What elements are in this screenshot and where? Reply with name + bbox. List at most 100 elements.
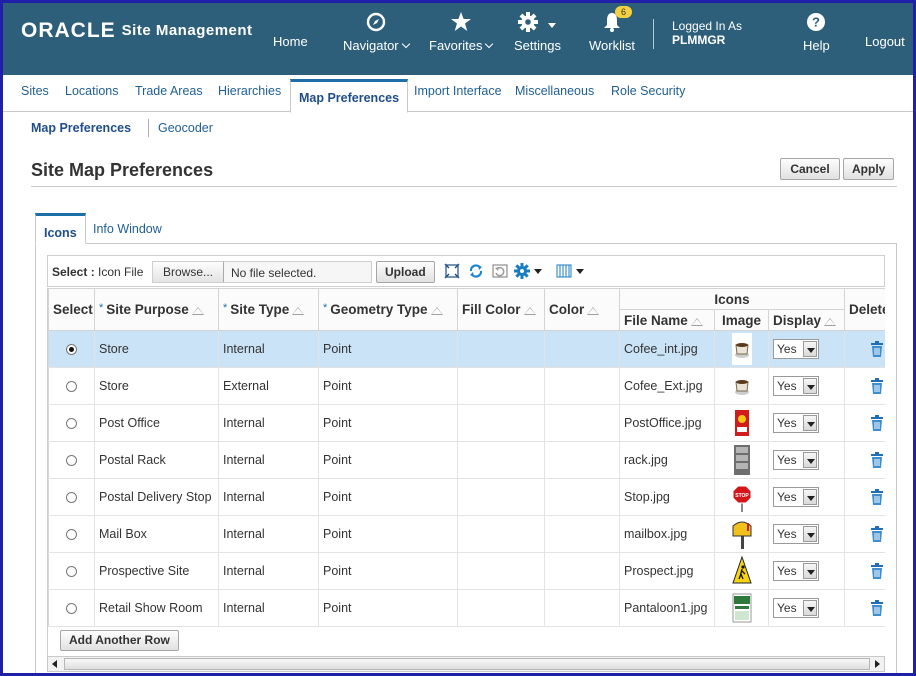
column-header-color[interactable]: Color <box>544 288 620 331</box>
row-select-radio[interactable] <box>66 491 77 503</box>
display-select[interactable]: Yes <box>773 413 819 433</box>
display-select[interactable]: Yes <box>773 524 819 544</box>
add-another-row-button[interactable]: Add Another Row <box>60 630 179 651</box>
navigator-menu[interactable]: Navigator <box>343 11 410 53</box>
sort-ascending-icon[interactable] <box>292 307 305 315</box>
column-header-fill-color[interactable]: Fill Color <box>457 288 545 331</box>
favorites-menu[interactable]: Favorites <box>429 11 494 53</box>
display-select[interactable]: Yes <box>773 561 819 581</box>
file-input[interactable]: Browse... No file selected. <box>152 261 372 283</box>
tab-miscellaneous[interactable]: Miscellaneous <box>515 84 594 98</box>
column-header-site-type[interactable]: * Site Type <box>218 288 319 331</box>
chevron-down-icon[interactable] <box>803 489 817 505</box>
logout-link[interactable]: Logout <box>865 34 905 49</box>
trash-icon[interactable] <box>870 525 884 543</box>
trash-icon[interactable] <box>870 414 884 432</box>
row-select-cell[interactable] <box>48 478 95 516</box>
table-row[interactable]: Postal Delivery Stop Internal Point Stop.jp… <box>48 478 885 516</box>
display-select[interactable]: Yes <box>773 487 819 507</box>
refresh-icon[interactable] <box>468 263 484 279</box>
sort-ascending-icon[interactable] <box>430 307 443 315</box>
tab-locations[interactable]: Locations <box>65 84 119 98</box>
trash-icon[interactable] <box>870 562 884 580</box>
table-row[interactable]: Store External Point Cofee_Ext.jpg Yes <box>48 367 885 405</box>
row-select-radio[interactable] <box>66 417 77 429</box>
trash-icon[interactable] <box>870 488 884 506</box>
sort-ascending-icon[interactable] <box>824 317 837 326</box>
table-row[interactable]: Store Internal Point Cofee_int.jpg Yes <box>48 330 885 368</box>
tab-trade-areas[interactable]: Trade Areas <box>135 84 203 98</box>
column-header-file-name[interactable]: File Name <box>619 309 715 331</box>
row-select-cell[interactable] <box>48 515 95 553</box>
help-menu[interactable]: ? Help <box>803 11 830 53</box>
reset-icon[interactable] <box>492 263 508 279</box>
trash-icon[interactable] <box>870 599 884 617</box>
tab-icons[interactable]: Icons <box>35 213 86 244</box>
upload-button[interactable]: Upload <box>376 261 435 283</box>
tab-hierarchies[interactable]: Hierarchies <box>218 84 281 98</box>
tab-info-window[interactable]: Info Window <box>93 222 162 236</box>
tab-map-preferences[interactable]: Map Preferences <box>290 79 409 113</box>
column-header-geometry-type[interactable]: * Geometry Type <box>318 288 458 331</box>
tab-role-security[interactable]: Role Security <box>611 84 685 98</box>
chevron-down-icon[interactable] <box>803 415 817 431</box>
sort-ascending-icon[interactable] <box>587 307 600 315</box>
chevron-down-icon <box>485 39 494 49</box>
trash-icon[interactable] <box>870 340 884 358</box>
horizontal-scrollbar[interactable] <box>47 656 885 672</box>
chevron-down-icon[interactable] <box>803 563 817 579</box>
scroll-right-icon[interactable] <box>870 657 884 671</box>
sort-ascending-icon[interactable] <box>690 317 703 326</box>
table-row[interactable]: Prospective Site Internal Point Prospect.jp… <box>48 552 885 590</box>
display-select[interactable]: Yes <box>773 376 819 396</box>
chevron-down-icon[interactable] <box>803 600 817 616</box>
scroll-left-icon[interactable] <box>48 657 62 671</box>
column-header-display[interactable]: Display <box>767 309 846 331</box>
row-select-cell[interactable] <box>48 589 95 627</box>
column-header-site-purpose[interactable]: * Site Purpose <box>94 288 219 331</box>
trash-icon[interactable] <box>870 451 884 469</box>
display-select[interactable]: Yes <box>773 339 819 359</box>
actions-gear-menu-icon[interactable] <box>514 263 546 279</box>
row-select-radio[interactable] <box>66 565 77 577</box>
sort-ascending-icon[interactable] <box>523 307 536 315</box>
tab-import-interface[interactable]: Import Interface <box>414 84 502 98</box>
logged-in-info: Logged In As PLMMGR <box>653 19 742 49</box>
browse-button[interactable]: Browse... <box>153 262 225 282</box>
row-select-radio[interactable] <box>66 602 77 614</box>
table-row[interactable]: Retail Show Room Internal Point Pantaloon1.… <box>48 589 885 627</box>
trash-icon[interactable] <box>870 377 884 395</box>
display-select[interactable]: Yes <box>773 598 819 618</box>
row-select-radio[interactable] <box>66 343 77 355</box>
display-cell: Yes <box>767 478 846 516</box>
row-select-cell[interactable] <box>48 441 95 479</box>
image-cell <box>714 404 769 442</box>
subtab-map-preferences[interactable]: Map Preferences <box>31 121 131 135</box>
apply-button[interactable]: Apply <box>843 158 894 180</box>
tab-sites[interactable]: Sites <box>21 84 49 98</box>
row-select-cell[interactable] <box>48 552 95 590</box>
display-select[interactable]: Yes <box>773 450 819 470</box>
table-row[interactable]: Post Office Internal Point PostOffice.jpg Ye… <box>48 404 885 442</box>
row-select-radio[interactable] <box>66 380 77 392</box>
chevron-down-icon[interactable] <box>803 378 817 394</box>
row-select-radio[interactable] <box>66 454 77 466</box>
chevron-down-icon[interactable] <box>803 341 817 357</box>
file-name-cell: Prospect.jpg <box>619 552 715 590</box>
row-select-cell[interactable] <box>48 367 95 405</box>
table-row[interactable]: Mail Box Internal Point mailbox.jpg Yes <box>48 515 885 553</box>
detach-table-icon[interactable] <box>444 263 460 279</box>
chevron-down-icon[interactable] <box>803 452 817 468</box>
subtab-geocoder[interactable]: Geocoder <box>158 121 213 135</box>
settings-menu[interactable]: Settings <box>514 11 561 53</box>
chevron-down-icon[interactable] <box>803 526 817 542</box>
row-select-cell[interactable] <box>48 404 95 442</box>
home-link[interactable]: Home <box>273 34 308 49</box>
row-select-radio[interactable] <box>66 528 77 540</box>
table-row[interactable]: Postal Rack Internal Point rack.jpg Yes <box>48 441 885 479</box>
columns-menu-icon[interactable] <box>556 263 588 279</box>
cancel-button[interactable]: Cancel <box>780 158 840 180</box>
row-select-cell[interactable] <box>48 330 95 368</box>
sort-ascending-icon[interactable] <box>191 307 204 315</box>
scrollbar-thumb[interactable] <box>64 658 870 670</box>
